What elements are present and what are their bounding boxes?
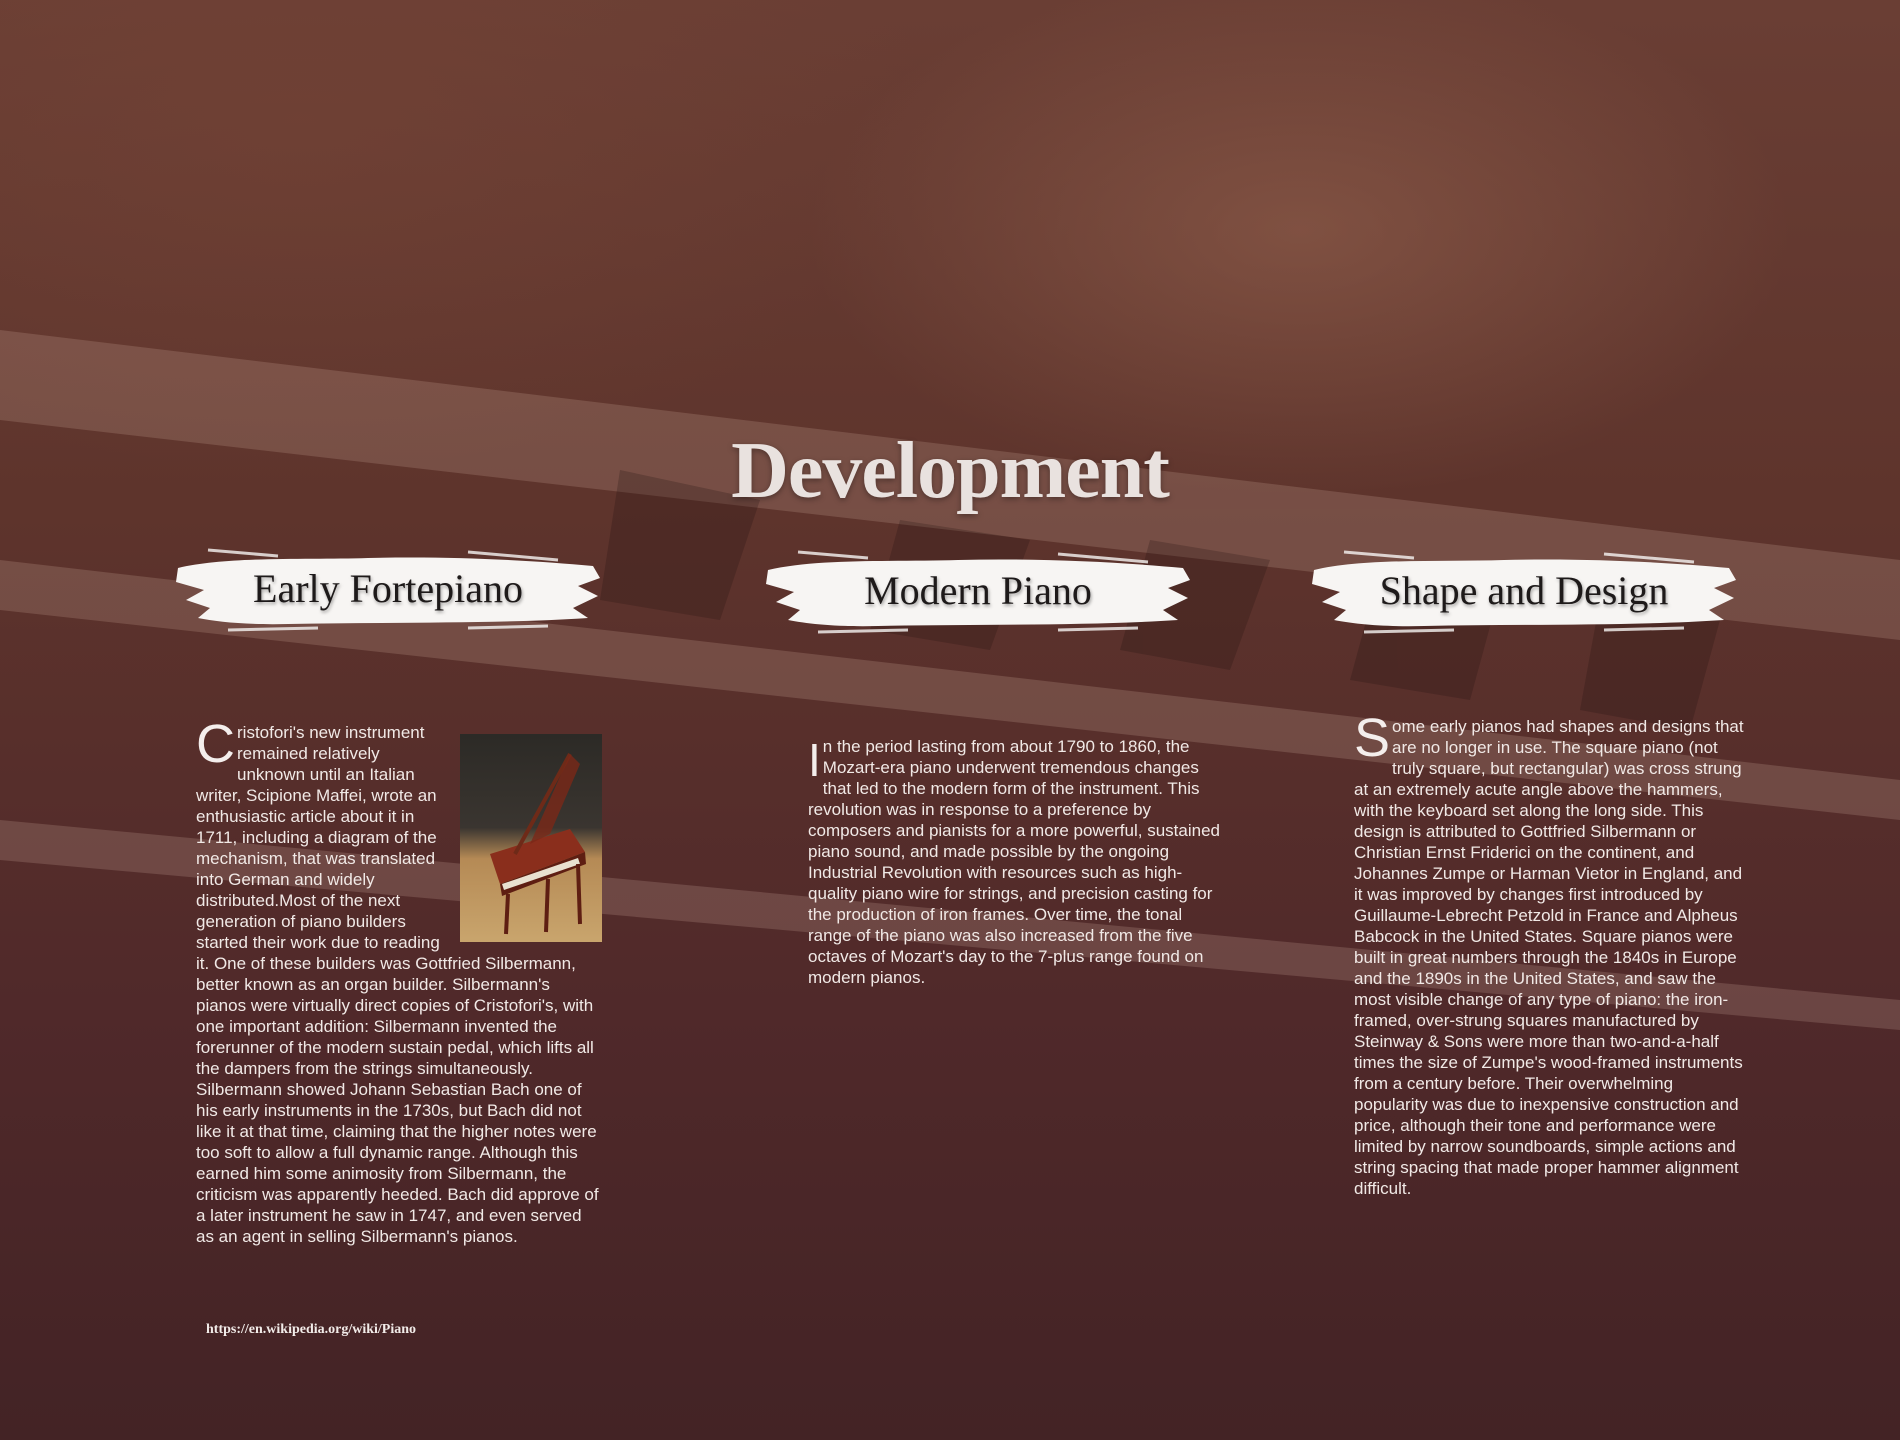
column-modern-piano: I n the period lasting from about 1790 t… — [808, 736, 1222, 988]
page-title: Development — [731, 426, 1170, 515]
banner-modern-piano: Modern Piano — [758, 540, 1198, 640]
paragraph: n the period lasting from about 1790 to … — [808, 737, 1220, 987]
column-shape-and-design: S ome early pianos had shapes and design… — [1354, 708, 1746, 1199]
paragraph: Silbermann showed Johann Sebastian Bach … — [196, 1080, 599, 1246]
fortepiano-icon — [490, 753, 586, 935]
source-link[interactable]: https://en.wikipedia.org/wiki/Piano — [206, 1322, 416, 1338]
section-heading: Shape and Design — [1379, 567, 1669, 613]
section-heading: Early Fortepiano — [253, 565, 523, 611]
dropcap: S — [1354, 708, 1391, 768]
dropcap: I — [808, 734, 821, 786]
column-early-fortepiano: C ristofori's new instrument remained re… — [196, 714, 602, 1247]
fortepiano-photo — [460, 734, 602, 942]
paragraph: ome early pianos had shapes and designs … — [1354, 717, 1744, 1198]
dropcap: C — [196, 714, 235, 774]
banner-shape-and-design: Shape and Design — [1304, 540, 1744, 640]
section-heading: Modern Piano — [864, 567, 1092, 613]
banner-early-fortepiano: Early Fortepiano — [168, 538, 608, 638]
